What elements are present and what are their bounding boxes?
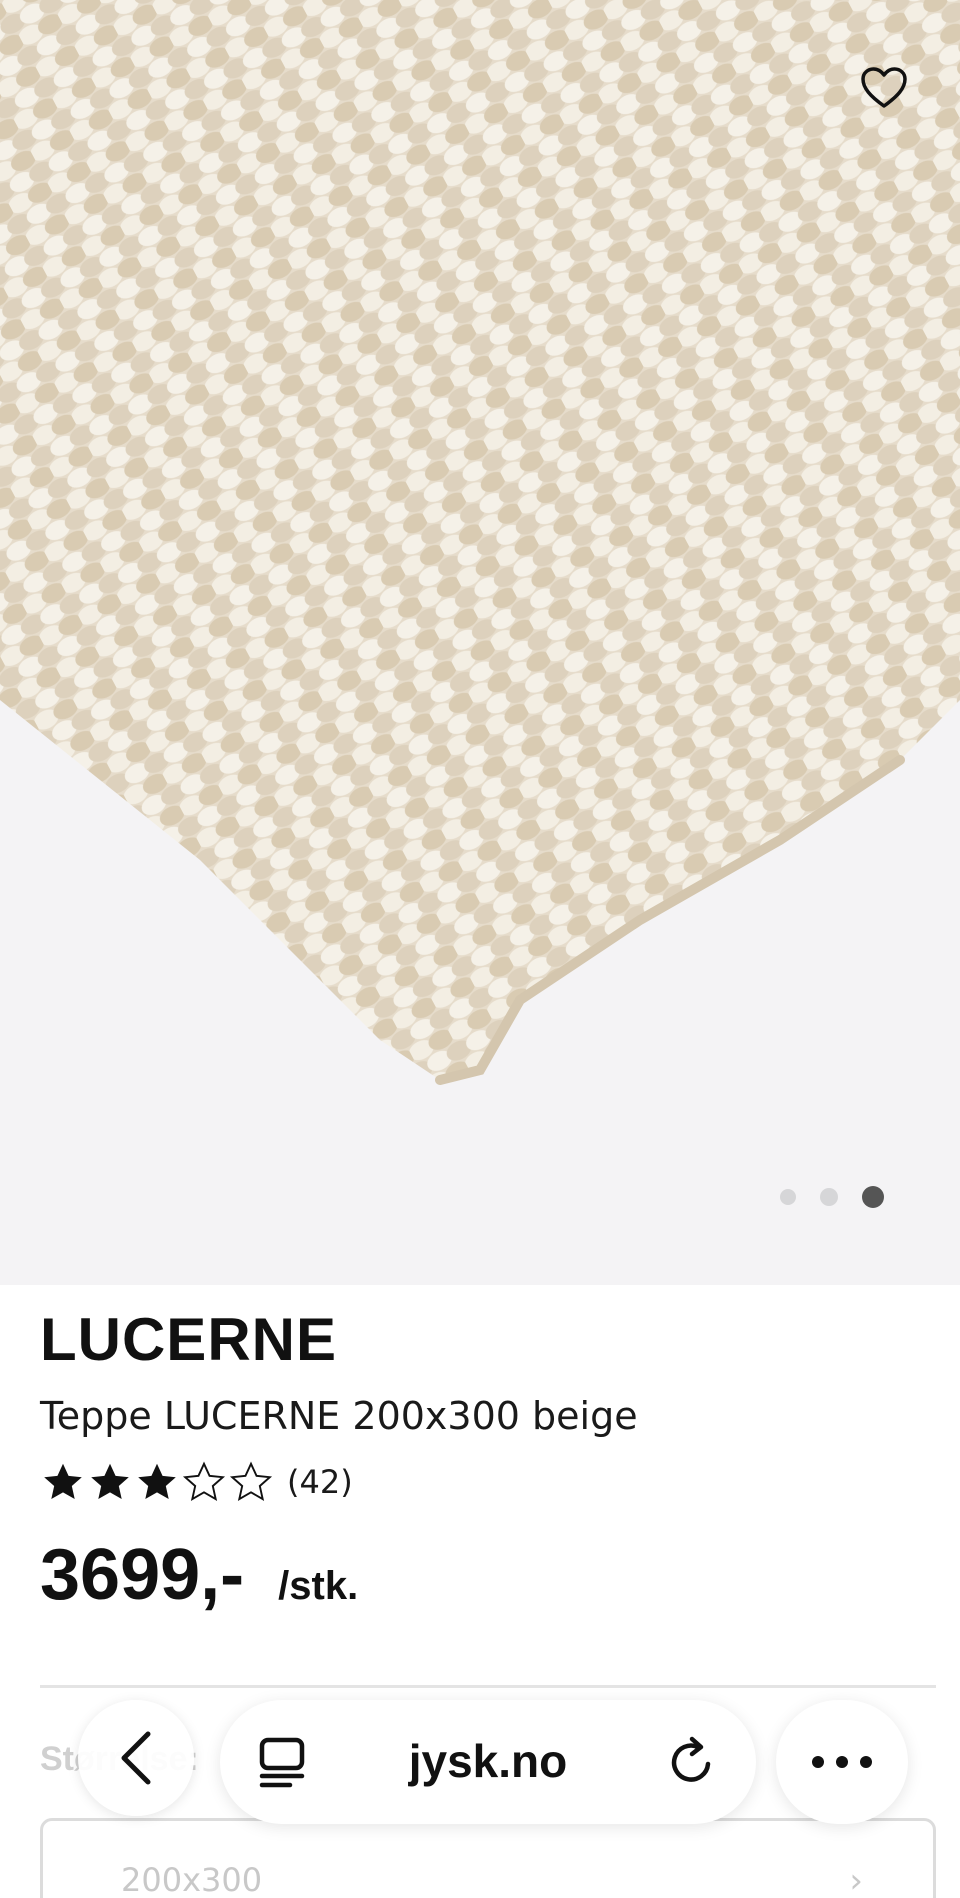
divider [40,1685,936,1688]
price-unit: /stk. [278,1564,359,1608]
star-empty-icon [229,1461,273,1501]
size-selected-value: 200x300 [121,1861,263,1898]
gallery-dot-3[interactable] [862,1186,884,1208]
star-filled-icon [44,1463,82,1500]
size-select[interactable]: 200x300 › [40,1818,936,1898]
star-filled-icon [138,1463,176,1500]
rating-count: (42) [287,1463,353,1501]
reload-icon[interactable] [664,1734,720,1790]
chevron-right-icon: › [849,1861,863,1898]
product-image [0,0,960,1085]
price-row: 3699,- /stk. [40,1534,930,1616]
address-bar[interactable]: jysk.no [220,1700,756,1824]
product-brand: LUCERNE [40,1306,338,1373]
product-image-gallery[interactable] [0,0,960,1285]
product-title: Teppe LUCERNE 200x300 beige [40,1394,638,1438]
browser-back-button[interactable] [78,1700,194,1816]
product-info: LUCERNE Teppe LUCERNE 200x300 beige (42)… [40,1290,930,1616]
chevron-left-icon [121,1731,151,1785]
more-options-button[interactable] [776,1700,908,1824]
gallery-dot-1[interactable] [780,1189,796,1205]
favorite-button[interactable] [856,60,912,116]
ellipsis-icon [812,1756,872,1768]
product-rating[interactable]: (42) [40,1458,930,1506]
star-filled-icon [91,1463,129,1500]
star-empty-icon [182,1461,226,1501]
gallery-pagination [780,1186,884,1208]
gallery-dot-2[interactable] [820,1188,838,1206]
product-price: 3699,- [40,1535,245,1615]
heart-icon [861,67,907,108]
